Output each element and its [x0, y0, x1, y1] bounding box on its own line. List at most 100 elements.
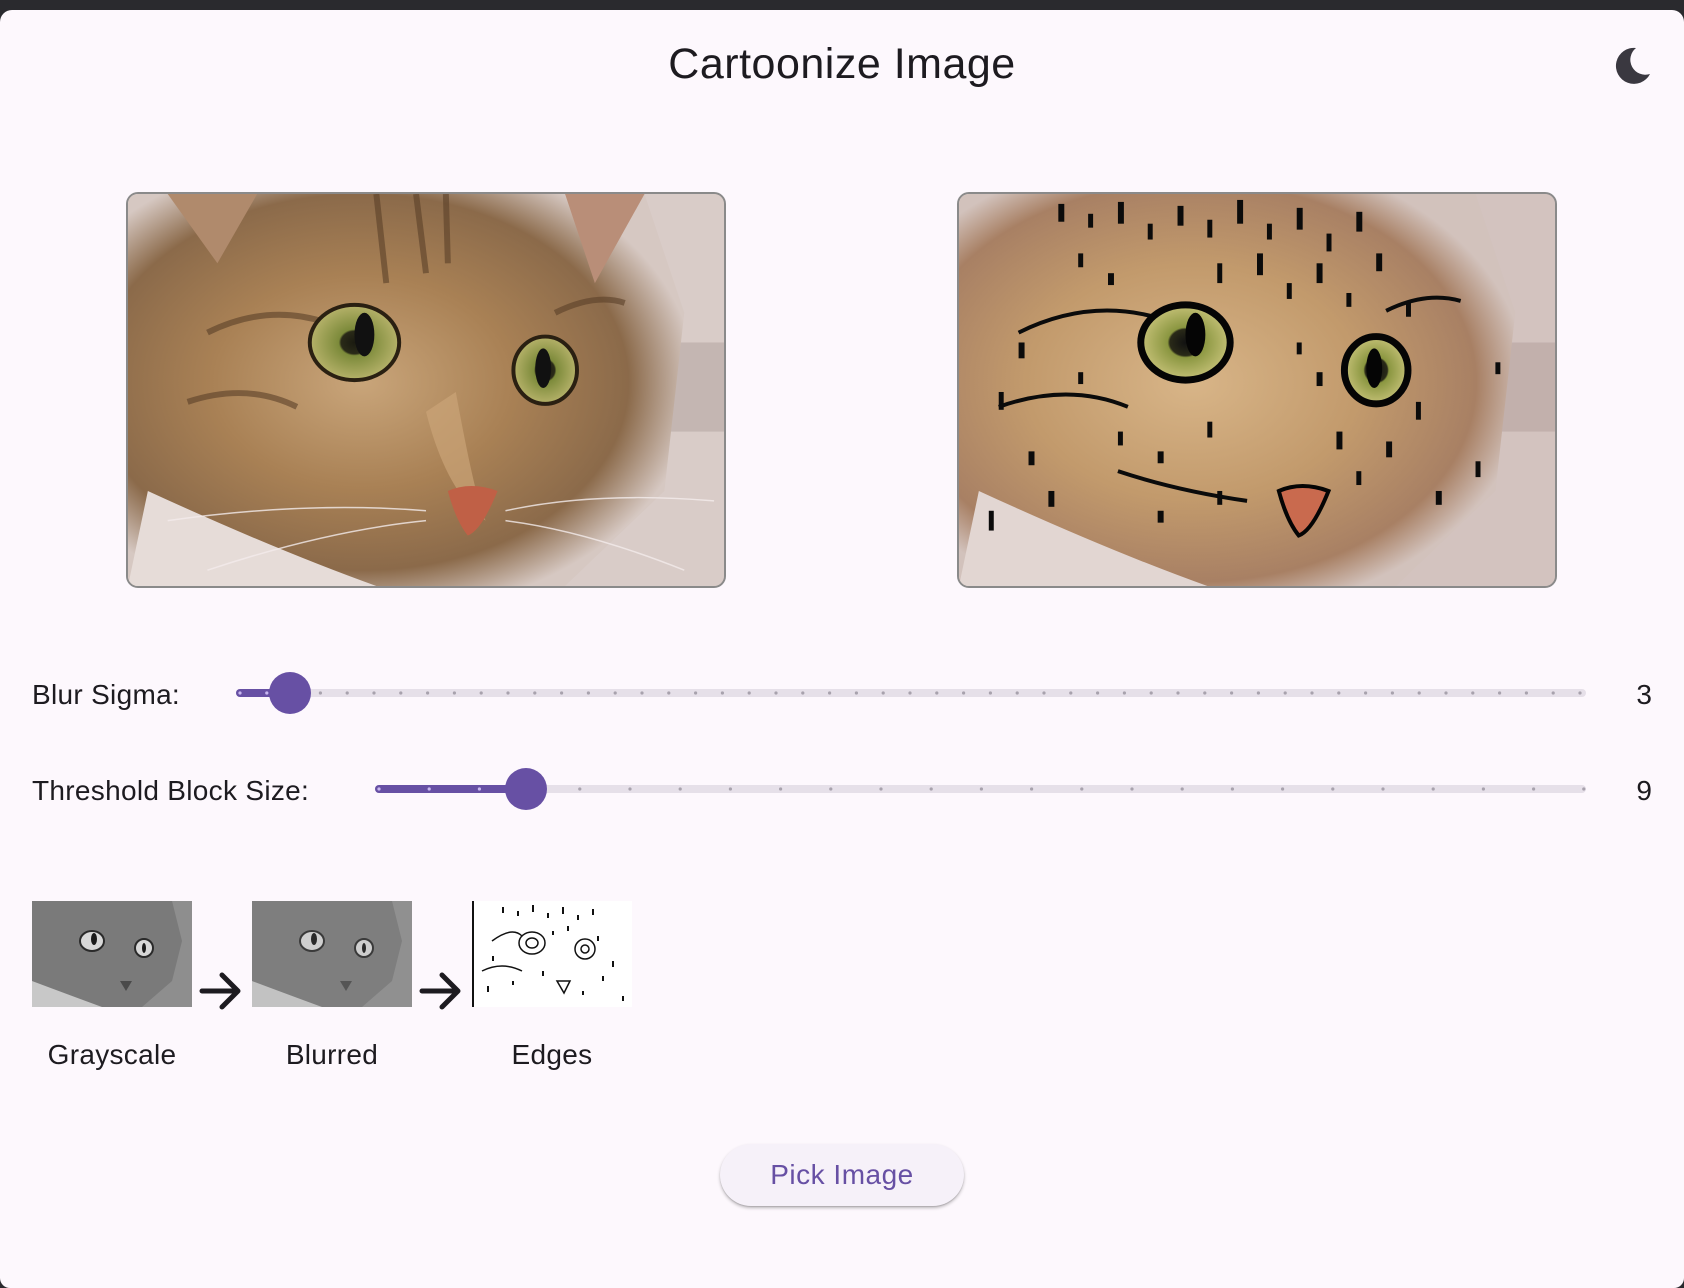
slider-tick [1122, 691, 1126, 695]
original-image [126, 192, 726, 588]
slider-tick [477, 787, 481, 791]
arrow-right-icon [199, 972, 241, 1010]
slider-tick [1180, 787, 1184, 791]
threshold-block-size-thumb[interactable] [505, 768, 547, 810]
arrow-right-icon [419, 972, 461, 1010]
slider-tick [979, 787, 984, 791]
threshold-block-size-slider[interactable] [375, 768, 1586, 810]
threshold-block-size-label: Threshold Block Size: [32, 775, 310, 806]
blur-sigma-slider[interactable] [236, 672, 1586, 714]
slider-tick [988, 691, 993, 695]
slider-tick [1310, 691, 1314, 695]
slider-tick [578, 787, 582, 791]
slider-tick [879, 787, 883, 791]
moon-icon [1615, 47, 1650, 84]
slider-tick [774, 691, 778, 695]
slider-tick [1444, 691, 1448, 695]
slider-tick [345, 691, 349, 695]
grayscale-label: Grayscale [47, 1039, 177, 1070]
slider-tick [613, 691, 617, 695]
blur-sigma-ticks [238, 691, 1582, 695]
slider-tick [1578, 691, 1582, 695]
slider-tick [586, 691, 590, 695]
slider-tick [318, 691, 322, 695]
blur-sigma-label: Blur Sigma: [32, 679, 181, 710]
slider-tick [1551, 691, 1555, 695]
threshold-block-size-row: Threshold Block Size: 9 [32, 768, 1684, 810]
slider-tick [533, 691, 537, 695]
slider-tick [265, 691, 269, 695]
threshold-block-size-value: 9 [1636, 775, 1652, 806]
slider-tick [372, 691, 376, 695]
page-title: Cartoonize Image [668, 40, 1016, 88]
pipeline-step-grayscale: Grayscale [32, 901, 192, 1070]
blurred-label: Blurred [285, 1039, 379, 1070]
blur-sigma-value: 3 [1636, 679, 1652, 710]
slider-tick [728, 787, 732, 791]
slider-tick [479, 691, 483, 695]
slider-tick [640, 691, 644, 695]
slider-tick [1149, 691, 1153, 695]
slider-tick [426, 691, 430, 695]
slider-tick [829, 787, 833, 791]
blur-sigma-row: Blur Sigma: 3 [32, 672, 1684, 714]
slider-tick [1481, 787, 1485, 791]
slider-tick [1030, 787, 1034, 791]
slider-tick [1230, 787, 1234, 791]
pick-image-button[interactable]: Pick Image [720, 1144, 964, 1206]
slider-tick [747, 691, 751, 695]
slider-tick [1337, 691, 1341, 695]
slider-tick [1256, 691, 1260, 695]
blurred-thumbnail [252, 901, 412, 1007]
slider-tick [1582, 787, 1586, 791]
slider-tick [801, 691, 805, 695]
slider-tick [1431, 787, 1435, 791]
slider-tick [1381, 787, 1385, 791]
slider-tick [1532, 787, 1536, 791]
slider-tick [427, 787, 431, 791]
slider-tick [1069, 691, 1073, 695]
edges-label: Edges [511, 1039, 593, 1070]
slider-tick [1080, 787, 1084, 791]
slider-tick [377, 787, 381, 791]
slider-tick [1281, 787, 1285, 791]
slider-tick [779, 787, 783, 791]
slider-tick [1331, 787, 1335, 791]
slider-tick [506, 691, 510, 695]
slider-tick [1498, 691, 1502, 695]
slider-tick [1283, 691, 1287, 695]
edges-thumbnail [472, 901, 632, 1007]
slider-tick [828, 691, 832, 695]
slider-tick [929, 787, 933, 791]
slider-tick [1203, 691, 1207, 695]
slider-tick [1042, 691, 1046, 695]
slider-tick [560, 691, 564, 695]
threshold-block-size-ticks [377, 787, 1586, 791]
blur-sigma-thumb[interactable] [269, 672, 311, 714]
slider-tick [908, 691, 912, 695]
slider-tick [238, 691, 242, 695]
slider-tick [854, 691, 859, 695]
app-window: Cartoonize Image Blur Sigma: 3 Threshold… [0, 10, 1684, 1288]
pipeline-step-edges: Edges [472, 901, 632, 1070]
slider-tick [1364, 691, 1368, 695]
slider-tick [1390, 691, 1394, 695]
slider-tick [399, 691, 403, 695]
theme-toggle-button[interactable] [1610, 44, 1654, 88]
slider-tick [1524, 691, 1528, 695]
slider-tick [881, 691, 885, 695]
cartoonized-image [957, 192, 1557, 588]
pipeline-step-blurred: Blurred [252, 901, 412, 1070]
slider-tick [1130, 787, 1134, 791]
slider-tick [935, 691, 939, 695]
grayscale-thumbnail [32, 901, 192, 1007]
slider-tick [1471, 691, 1475, 695]
slider-tick [1015, 691, 1019, 695]
slider-tick [678, 787, 682, 791]
slider-tick [628, 787, 632, 791]
slider-tick [1096, 691, 1100, 695]
slider-tick [1417, 691, 1421, 695]
slider-tick [1176, 691, 1180, 695]
slider-tick [667, 691, 671, 695]
slider-tick [962, 691, 966, 695]
